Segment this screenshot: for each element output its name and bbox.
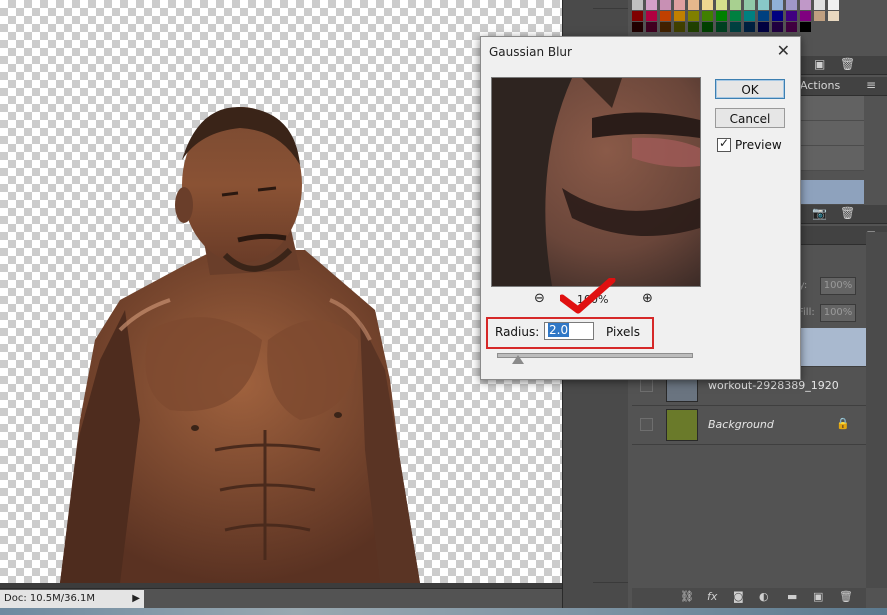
color-swatch[interactable] [800, 22, 811, 32]
radius-label: Radius: [495, 325, 540, 339]
doc-size-text: Doc: 10.5M/36.1M [4, 593, 96, 604]
preview-checkbox[interactable]: ✓ [717, 136, 731, 152]
red-checkmark-annotation [560, 278, 616, 314]
layer-row[interactable]: Background 🔒 [632, 406, 866, 445]
color-swatch[interactable] [744, 11, 755, 21]
color-swatch[interactable] [758, 0, 769, 10]
color-swatch[interactable] [730, 11, 741, 21]
color-swatch[interactable] [786, 22, 797, 32]
color-swatch[interactable] [660, 0, 671, 10]
zoom-in-icon[interactable]: ⊕ [642, 291, 656, 306]
color-swatch[interactable] [758, 22, 769, 32]
color-swatch[interactable] [744, 0, 755, 10]
color-swatch[interactable] [772, 11, 783, 21]
status-bar: Doc: 10.5M/36.1M ▶ [0, 588, 562, 609]
radius-slider-track[interactable] [497, 353, 693, 358]
close-icon[interactable]: ✕ [777, 41, 790, 60]
status-menu-arrow-icon[interactable]: ▶ [132, 590, 140, 608]
color-swatch[interactable] [674, 11, 685, 21]
color-swatch[interactable] [702, 11, 713, 21]
color-swatch[interactable] [632, 0, 643, 10]
taskbar-strip [0, 608, 887, 615]
layer-name: Background [708, 418, 774, 431]
camera-icon[interactable]: 📷 [812, 206, 827, 220]
color-swatch[interactable] [730, 22, 741, 32]
color-swatch[interactable] [786, 11, 797, 21]
color-swatch[interactable] [716, 22, 727, 32]
trash-icon[interactable]: 🗑 [840, 206, 855, 220]
visibility-toggle[interactable] [640, 418, 653, 431]
color-swatch[interactable] [730, 0, 741, 10]
color-swatch[interactable] [716, 11, 727, 21]
cancel-button[interactable]: Cancel [715, 108, 785, 128]
tab-actions[interactable]: Actions [800, 79, 840, 92]
color-swatch[interactable] [814, 11, 825, 21]
color-swatch[interactable] [674, 22, 685, 32]
gaussian-blur-dialog: Gaussian Blur ✕ OK Cancel ✓ Preview ⊖ 100… [480, 36, 801, 380]
color-swatch[interactable] [702, 22, 713, 32]
radius-unit: Pixels [606, 325, 641, 339]
color-swatch[interactable] [702, 0, 713, 10]
color-swatch[interactable] [688, 11, 699, 21]
radius-value: 2.0 [548, 323, 570, 337]
opacity-field[interactable]: 100% [820, 277, 856, 295]
color-swatch[interactable] [688, 22, 699, 32]
color-swatch[interactable] [800, 0, 811, 10]
visibility-toggle[interactable] [640, 379, 653, 392]
blur-preview[interactable] [491, 77, 701, 287]
preview-image [492, 78, 700, 286]
color-swatch[interactable] [814, 0, 825, 10]
doc-size-readout[interactable]: Doc: 10.5M/36.1M ▶ [0, 590, 144, 608]
color-swatch[interactable] [646, 11, 657, 21]
trash-icon[interactable]: 🗑 [840, 57, 855, 71]
color-swatch[interactable] [660, 22, 671, 32]
checkmark-icon: ✓ [719, 136, 730, 150]
man-photo [60, 107, 420, 583]
color-swatch[interactable] [772, 22, 783, 32]
action-row[interactable] [800, 96, 864, 121]
zoom-out-icon[interactable]: ⊖ [534, 291, 548, 306]
color-swatch[interactable] [646, 22, 657, 32]
color-swatch[interactable] [660, 11, 671, 21]
new-layer-icon[interactable]: ▣ [813, 590, 823, 603]
new-group-icon[interactable]: ▬ [787, 590, 797, 603]
link-layers-icon[interactable]: ⛓ [680, 590, 694, 603]
fx-icon[interactable]: fx [707, 590, 717, 603]
new-swatch-icon[interactable]: ▣ [814, 57, 825, 71]
preview-label: Preview [735, 138, 782, 152]
color-swatch[interactable] [674, 0, 685, 10]
layer-name: workout-2928389_1920 [708, 379, 839, 392]
color-swatch[interactable] [632, 11, 643, 21]
ok-button[interactable]: OK [715, 79, 785, 99]
adjustment-layer-icon[interactable]: ◐ [759, 590, 769, 603]
preview-checkbox-row[interactable]: ✓ Preview [717, 136, 782, 152]
action-row[interactable] [800, 146, 864, 171]
add-mask-icon[interactable]: ◙ [733, 590, 744, 603]
panel-menu-icon[interactable]: ≡ [866, 78, 876, 92]
color-swatch[interactable] [828, 11, 839, 21]
color-swatch[interactable] [828, 0, 839, 10]
radius-slider-thumb[interactable] [512, 355, 524, 364]
dialog-title: Gaussian Blur [489, 45, 572, 59]
fill-field[interactable]: 100% [820, 304, 856, 322]
action-row[interactable] [800, 121, 864, 146]
document-canvas[interactable] [0, 0, 562, 583]
color-swatch[interactable] [646, 0, 657, 10]
layers-scrollbar[interactable] [866, 232, 887, 588]
action-row-selected[interactable] [800, 180, 864, 205]
lock-icon: 🔒 [836, 417, 850, 430]
trash-icon[interactable]: 🗑 [839, 590, 853, 603]
color-swatch[interactable] [800, 11, 811, 21]
layer-thumbnail [666, 409, 698, 441]
radius-highlight-box: Radius: 2.0 Pixels [486, 317, 654, 349]
color-swatch[interactable] [772, 0, 783, 10]
color-swatch[interactable] [786, 0, 797, 10]
color-swatch[interactable] [758, 11, 769, 21]
color-swatch[interactable] [688, 0, 699, 10]
color-swatch[interactable] [744, 22, 755, 32]
color-swatch[interactable] [632, 22, 643, 32]
color-swatch[interactable] [716, 0, 727, 10]
layers-footer: ⛓ fx ◙ ◐ ▬ ▣ 🗑 [632, 588, 866, 608]
radius-input[interactable]: 2.0 [544, 322, 594, 340]
